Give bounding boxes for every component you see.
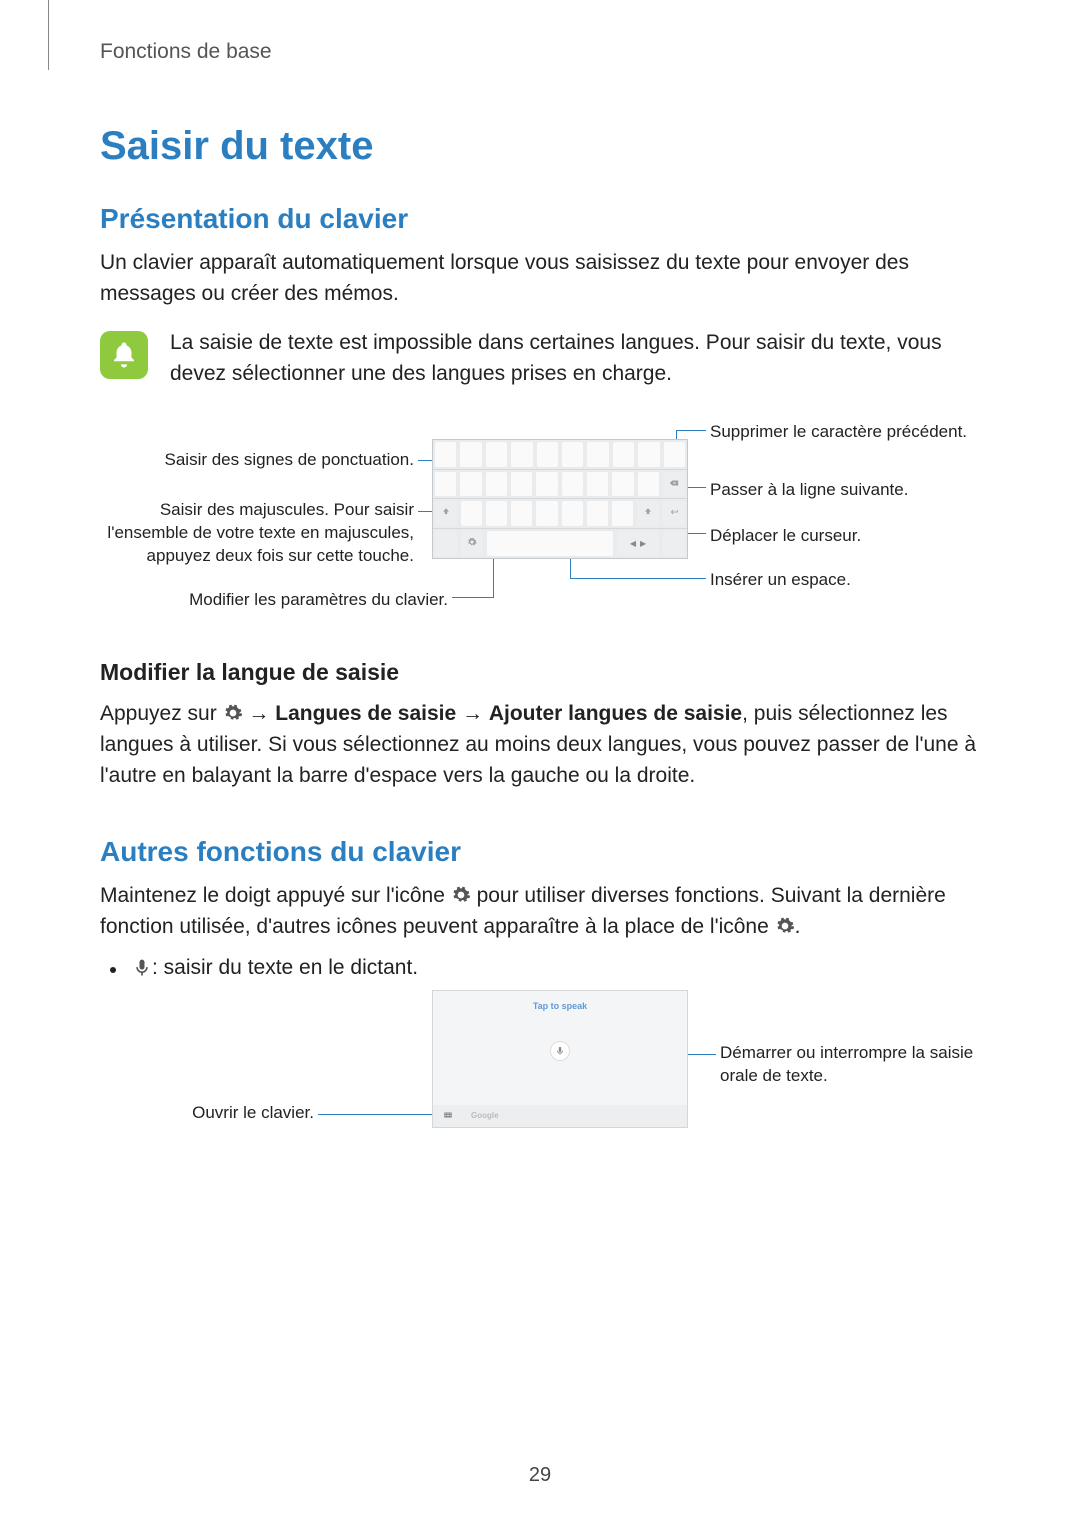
page-number: 29: [0, 1464, 1080, 1487]
lang-paragraph: Appuyez sur → Langues de saisie → Ajoute…: [100, 698, 980, 791]
gear-icon: [775, 914, 795, 934]
callout-space: Insérer un espace.: [710, 569, 990, 592]
note-text: La saisie de texte est impossible dans c…: [170, 327, 980, 389]
mic-button-icon: [550, 1041, 570, 1061]
shift-key-icon: [435, 501, 457, 526]
voice-bullet: : saisir du texte en le dictant.: [100, 956, 980, 980]
callout-delete: Supprimer le caractère précédent.: [710, 421, 990, 444]
callout-caps: Saisir des majuscules. Pour saisir l'ens…: [100, 499, 414, 568]
lang-subheading: Modifier la langue de saisie: [100, 659, 980, 686]
gear-key-icon: [461, 531, 483, 557]
microphone-icon: [132, 958, 152, 978]
backspace-key-icon: [663, 472, 685, 497]
tap-to-speak-label: Tap to speak: [433, 1001, 687, 1011]
callout-settings: Modifier les paramètres du clavier.: [100, 589, 448, 612]
callout-start-stop: Démarrer ou interrompre la saisie orale …: [720, 1042, 990, 1088]
other-paragraph: Maintenez le doigt appuyé sur l'icône po…: [100, 880, 980, 942]
cursor-arrows-icon: ◀▶: [617, 531, 659, 557]
voice-diagram: Ouvrir le clavier. Démarrer ou interromp…: [100, 986, 980, 1146]
breadcrumb: Fonctions de base: [100, 40, 980, 64]
section-other-heading: Autres fonctions du clavier: [100, 836, 980, 868]
google-label: Google: [471, 1111, 499, 1120]
callout-cursor: Déplacer le curseur.: [710, 525, 990, 548]
shift-right-key-icon: [637, 501, 659, 526]
page-title: Saisir du texte: [100, 124, 980, 169]
note-bell-icon: [100, 331, 148, 379]
keyboard-intro: Un clavier apparaît automatiquement lors…: [100, 247, 980, 309]
gear-icon: [451, 883, 471, 903]
callout-newline: Passer à la ligne suivante.: [710, 479, 990, 502]
keyboard-diagram: Saisir des signes de ponctuation. Saisir…: [100, 417, 980, 617]
section-keyboard-heading: Présentation du clavier: [100, 203, 980, 235]
callout-punctuation: Saisir des signes de ponctuation.: [100, 449, 414, 472]
gear-icon: [223, 701, 243, 721]
callout-open-keyboard: Ouvrir le clavier.: [140, 1102, 314, 1125]
keyboard-toggle-icon: [443, 1110, 453, 1122]
enter-key-icon: [663, 501, 685, 526]
